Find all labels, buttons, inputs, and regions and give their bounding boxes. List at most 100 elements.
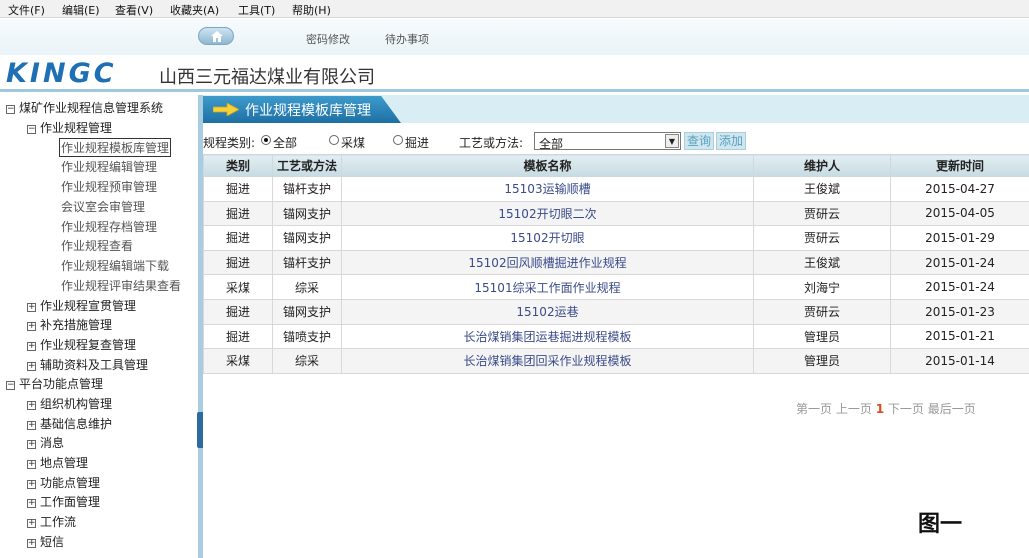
table-row[interactable]: 掘进 锚网支护 15102开切眼二次 贾研云 2015-04-05	[203, 200, 1029, 227]
expand-icon[interactable]: +	[27, 401, 36, 410]
col-header-category[interactable]: 类别	[203, 154, 273, 177]
cell-method: 锚网支护	[272, 225, 342, 251]
cell-maintainer: 王俊斌	[753, 249, 891, 276]
table-row[interactable]: 掘进 锚网支护 15102开切眼 贾研云 2015-01-29	[203, 225, 1029, 251]
query-button[interactable]: 查询	[684, 132, 715, 150]
next-page-link[interactable]: 下一页	[888, 402, 924, 416]
collapse-icon[interactable]: −	[6, 381, 15, 390]
expand-icon[interactable]: +	[27, 303, 36, 312]
tree-label: 作业规程宣贯管理	[40, 299, 137, 313]
cell-template-link[interactable]: 15102回风顺槽掘进作业规程	[341, 249, 754, 276]
tree-group-sms[interactable]: + 短信	[27, 533, 64, 550]
cell-template-link[interactable]: 15101综采工作面作业规程	[341, 274, 754, 300]
sidebar-item-review-results[interactable]: 作业规程评审结果查看	[61, 277, 181, 294]
cell-method: 锚杆支护	[272, 249, 342, 276]
radio-mining[interactable]	[329, 135, 339, 145]
cell-method: 锚杆支护	[272, 176, 342, 202]
expand-icon[interactable]: +	[27, 421, 36, 430]
tree-root-platform[interactable]: − 平台功能点管理	[6, 375, 103, 392]
menu-favorites[interactable]: 收藏夹(A)	[170, 2, 219, 18]
cell-category: 掘进	[203, 323, 273, 350]
sidebar-item-pre-review[interactable]: 作业规程预审管理	[61, 178, 157, 195]
menu-view[interactable]: 查看(V)	[115, 2, 153, 18]
cell-category: 采煤	[203, 274, 273, 300]
table-row[interactable]: 采煤 综采 15101综采工作面作业规程 刘海宁 2015-01-24	[203, 274, 1029, 300]
tree-group-procedures[interactable]: − 作业规程管理	[27, 119, 112, 136]
tree-group-aux-tools[interactable]: + 辅助资料及工具管理	[27, 356, 148, 373]
cell-updated: 2015-04-27	[890, 176, 1029, 202]
table-row[interactable]: 掘进 锚杆支护 15103运输顺槽 王俊斌 2015-04-27	[203, 176, 1029, 202]
sidebar-item-editor-download[interactable]: 作业规程编辑端下载	[61, 257, 169, 274]
expand-icon[interactable]: +	[27, 362, 36, 371]
cell-updated: 2015-01-21	[890, 323, 1029, 350]
tree-group-recheck[interactable]: + 作业规程复查管理	[27, 336, 136, 353]
table-header-row: 类别 工艺或方法 模板名称 维护人 更新时间	[203, 154, 1029, 177]
expand-icon[interactable]: +	[27, 342, 36, 351]
add-button[interactable]: 添加	[716, 132, 747, 150]
radio-mining-label: 采煤	[341, 136, 366, 150]
cell-updated: 2015-01-14	[890, 348, 1029, 374]
logo: KINGC	[6, 58, 117, 89]
col-header-method[interactable]: 工艺或方法	[272, 154, 342, 177]
password-change-link[interactable]: 密码修改	[306, 31, 350, 47]
cell-template-link[interactable]: 15102运巷	[341, 298, 754, 325]
todo-link[interactable]: 待办事项	[385, 31, 429, 47]
table-row[interactable]: 掘进 锚网支护 15102运巷 贾研云 2015-01-23	[203, 298, 1029, 325]
table-row[interactable]: 采煤 综采 长治煤销集团回采作业规程模板 管理员 2015-01-14	[203, 348, 1029, 374]
cell-updated: 2015-04-05	[890, 200, 1029, 227]
tree-group-functions[interactable]: + 功能点管理	[27, 474, 100, 491]
tree-root-system[interactable]: − 煤矿作业规程信息管理系统	[6, 99, 163, 116]
radio-tunneling[interactable]	[393, 135, 403, 145]
menu-tools[interactable]: 工具(T)	[238, 2, 275, 18]
tree-group-messages[interactable]: + 消息	[27, 434, 64, 451]
tree-label: 煤矿作业规程信息管理系统	[19, 101, 164, 115]
expand-icon[interactable]: +	[27, 440, 36, 449]
expand-icon[interactable]: +	[27, 539, 36, 548]
panel-title-bar: 作业规程模板库管理	[203, 95, 1029, 123]
table-row[interactable]: 掘进 锚杆支护 15102回风顺槽掘进作业规程 王俊斌 2015-01-24	[203, 249, 1029, 276]
collapse-icon[interactable]: −	[6, 105, 15, 114]
tree-group-basic-info[interactable]: + 基础信息维护	[27, 415, 112, 432]
method-select[interactable]: 全部 ▼	[534, 132, 681, 151]
cell-template-link[interactable]: 15102开切眼	[341, 225, 754, 251]
cell-template-link[interactable]: 长治煤销集团运巷掘进规程模板	[341, 323, 754, 350]
prev-page-link[interactable]: 上一页	[836, 402, 872, 416]
expand-icon[interactable]: +	[27, 480, 36, 489]
expand-icon[interactable]: +	[27, 519, 36, 528]
menu-edit[interactable]: 编辑(E)	[62, 2, 100, 18]
menu-file[interactable]: 文件(F)	[8, 2, 45, 18]
home-button[interactable]	[198, 27, 234, 45]
cell-template-link[interactable]: 长治煤销集团回采作业规程模板	[341, 348, 754, 374]
expand-icon[interactable]: +	[27, 322, 36, 331]
tree-group-workflow[interactable]: + 工作流	[27, 513, 76, 530]
tree-group-publicity[interactable]: + 作业规程宣贯管理	[27, 297, 136, 314]
first-page-link[interactable]: 第一页	[796, 402, 832, 416]
tree-group-workfaces[interactable]: + 工作面管理	[27, 493, 100, 510]
col-header-maintainer[interactable]: 维护人	[753, 154, 891, 177]
radio-all[interactable]	[261, 135, 271, 145]
sidebar-item-archive[interactable]: 作业规程存档管理	[61, 218, 157, 235]
tree-label: 平台功能点管理	[19, 377, 104, 391]
tree-label: 地点管理	[40, 456, 89, 470]
cell-template-link[interactable]: 15103运输顺槽	[341, 176, 754, 202]
collapse-icon[interactable]: −	[27, 125, 36, 134]
tree-group-locations[interactable]: + 地点管理	[27, 454, 88, 471]
cell-template-link[interactable]: 15102开切眼二次	[341, 200, 754, 227]
sidebar-item-view[interactable]: 作业规程查看	[61, 237, 133, 254]
chevron-down-icon[interactable]: ▼	[665, 134, 679, 148]
tree-group-supplementary[interactable]: + 补充措施管理	[27, 316, 112, 333]
radio-tunneling-label: 掘进	[405, 136, 430, 150]
sidebar-item-template-library[interactable]: 作业规程模板库管理	[59, 138, 172, 157]
last-page-link[interactable]: 最后一页	[928, 402, 976, 416]
col-header-updated[interactable]: 更新时间	[890, 154, 1029, 177]
cell-updated: 2015-01-23	[890, 298, 1029, 325]
expand-icon[interactable]: +	[27, 499, 36, 508]
tree-group-org[interactable]: + 组织机构管理	[27, 395, 112, 412]
menu-help[interactable]: 帮助(H)	[292, 2, 331, 18]
sidebar-item-meeting-review[interactable]: 会议室会审管理	[61, 198, 145, 215]
menu-bar: 文件(F) 编辑(E) 查看(V) 收藏夹(A) 工具(T) 帮助(H)	[0, 0, 1029, 18]
table-row[interactable]: 掘进 锚喷支护 长治煤销集团运巷掘进规程模板 管理员 2015-01-21	[203, 323, 1029, 350]
expand-icon[interactable]: +	[27, 460, 36, 469]
col-header-template-name[interactable]: 模板名称	[341, 154, 754, 177]
sidebar-item-edit-management[interactable]: 作业规程编辑管理	[61, 158, 157, 175]
